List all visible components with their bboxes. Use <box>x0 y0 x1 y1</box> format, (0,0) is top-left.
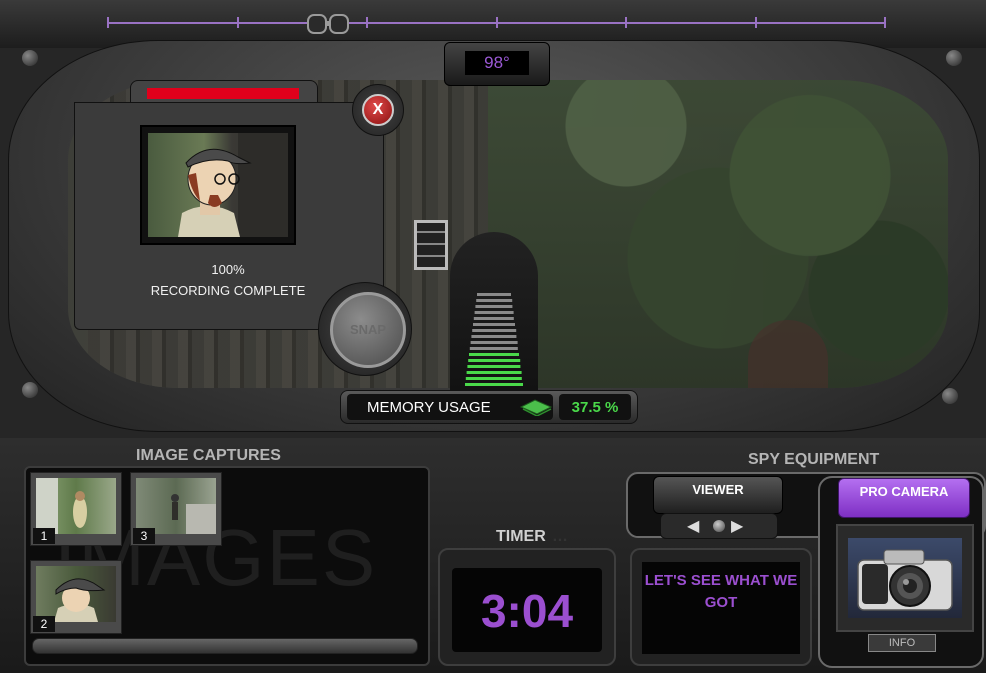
capture-thumbnail-2[interactable]: 2 <box>30 560 122 634</box>
recording-percent: 100% <box>211 262 245 277</box>
memory-gauge <box>450 232 538 402</box>
memory-gauge-bar <box>475 305 513 308</box>
timer-display: 3:04 <box>438 548 616 666</box>
memory-gauge-bar <box>470 341 518 344</box>
capture-image <box>36 478 87 534</box>
timer-title: TIMER <box>496 528 546 545</box>
zoom-tick <box>366 17 368 28</box>
viewer-button[interactable]: VIEWER <box>653 476 783 514</box>
capture-image <box>171 494 216 534</box>
info-button[interactable]: INFO <box>868 634 936 652</box>
suspect-portrait <box>178 133 288 237</box>
snap-button[interactable]: SNAP <box>330 292 406 368</box>
capture-thumbnail-3[interactable]: 3 <box>130 472 222 546</box>
memory-gauge-bar <box>469 353 519 356</box>
pro-camera-button[interactable]: PRO CAMERA <box>838 478 970 518</box>
camera-preview[interactable] <box>836 524 974 632</box>
bolt-icon <box>22 382 38 398</box>
temperature-display: 98° <box>444 42 550 86</box>
zoom-tick <box>884 17 886 28</box>
spy-equipment-title: SPY EQUIPMENT <box>748 451 880 468</box>
recording-progress-bar <box>147 88 299 99</box>
memory-gauge-bar <box>476 299 512 302</box>
capture-number: 1 <box>33 528 55 544</box>
bolt-icon <box>22 50 38 66</box>
memory-gauge-bar <box>473 323 515 326</box>
capture-thumbnail-1[interactable]: 1 <box>30 472 122 546</box>
memory-gauge-bar <box>472 329 516 332</box>
memory-gauge-bar <box>465 377 523 380</box>
temperature-value: 98° <box>465 51 529 75</box>
timer-value: 3:04 <box>480 585 574 637</box>
arrow-left-icon[interactable]: ◀ <box>687 516 699 536</box>
bolt-icon <box>946 50 962 66</box>
recording-thumbnail <box>140 125 296 245</box>
bolt-icon <box>942 388 958 404</box>
memory-gauge-bar <box>468 359 520 362</box>
toggle-knob-icon <box>713 520 725 532</box>
memory-gauge-bar <box>474 311 514 314</box>
image-captures-title: IMAGE CAPTURES <box>136 447 281 464</box>
zoom-tick <box>754 17 757 28</box>
zoom-scale[interactable] <box>107 17 886 28</box>
message-display: LET'S SEE WHAT WE GOT <box>630 548 812 666</box>
memory-gauge-bar <box>465 383 523 386</box>
captures-scrollbar[interactable] <box>32 638 418 654</box>
timer-ghost-label: … <box>552 528 568 545</box>
memory-gauge-bar <box>466 371 522 374</box>
memory-gauge-bar <box>473 317 515 320</box>
binoculars-icon <box>307 14 349 34</box>
memory-gauge-bar <box>477 293 511 296</box>
camera-icon <box>857 549 953 611</box>
memory-gauge-bar <box>467 365 521 368</box>
arrow-right-icon[interactable]: ▶ <box>731 516 743 536</box>
barn-window <box>414 220 448 270</box>
memory-usage-value: 37.5 % <box>571 399 619 416</box>
memory-usage-label: MEMORY USAGE <box>367 399 491 416</box>
message-text: LET'S SEE WHAT WE GOT <box>644 572 798 611</box>
memory-gauge-bar <box>471 335 517 338</box>
memory-gauge-bar <box>469 347 519 350</box>
viewer-toggle[interactable]: ◀ ▶ <box>660 513 778 539</box>
zoom-tick <box>236 17 239 28</box>
zoom-tick <box>625 17 627 28</box>
capture-number: 2 <box>33 616 55 632</box>
memory-chip-icon <box>519 399 553 416</box>
capture-number: 3 <box>133 528 155 544</box>
zoom-tick <box>495 17 498 28</box>
zoom-tick <box>107 17 109 28</box>
capture-image <box>54 578 106 622</box>
tree-foliage <box>488 80 948 388</box>
close-button[interactable]: X <box>362 94 394 126</box>
memory-usage-bar: MEMORY USAGE 37.5 % <box>340 390 638 424</box>
